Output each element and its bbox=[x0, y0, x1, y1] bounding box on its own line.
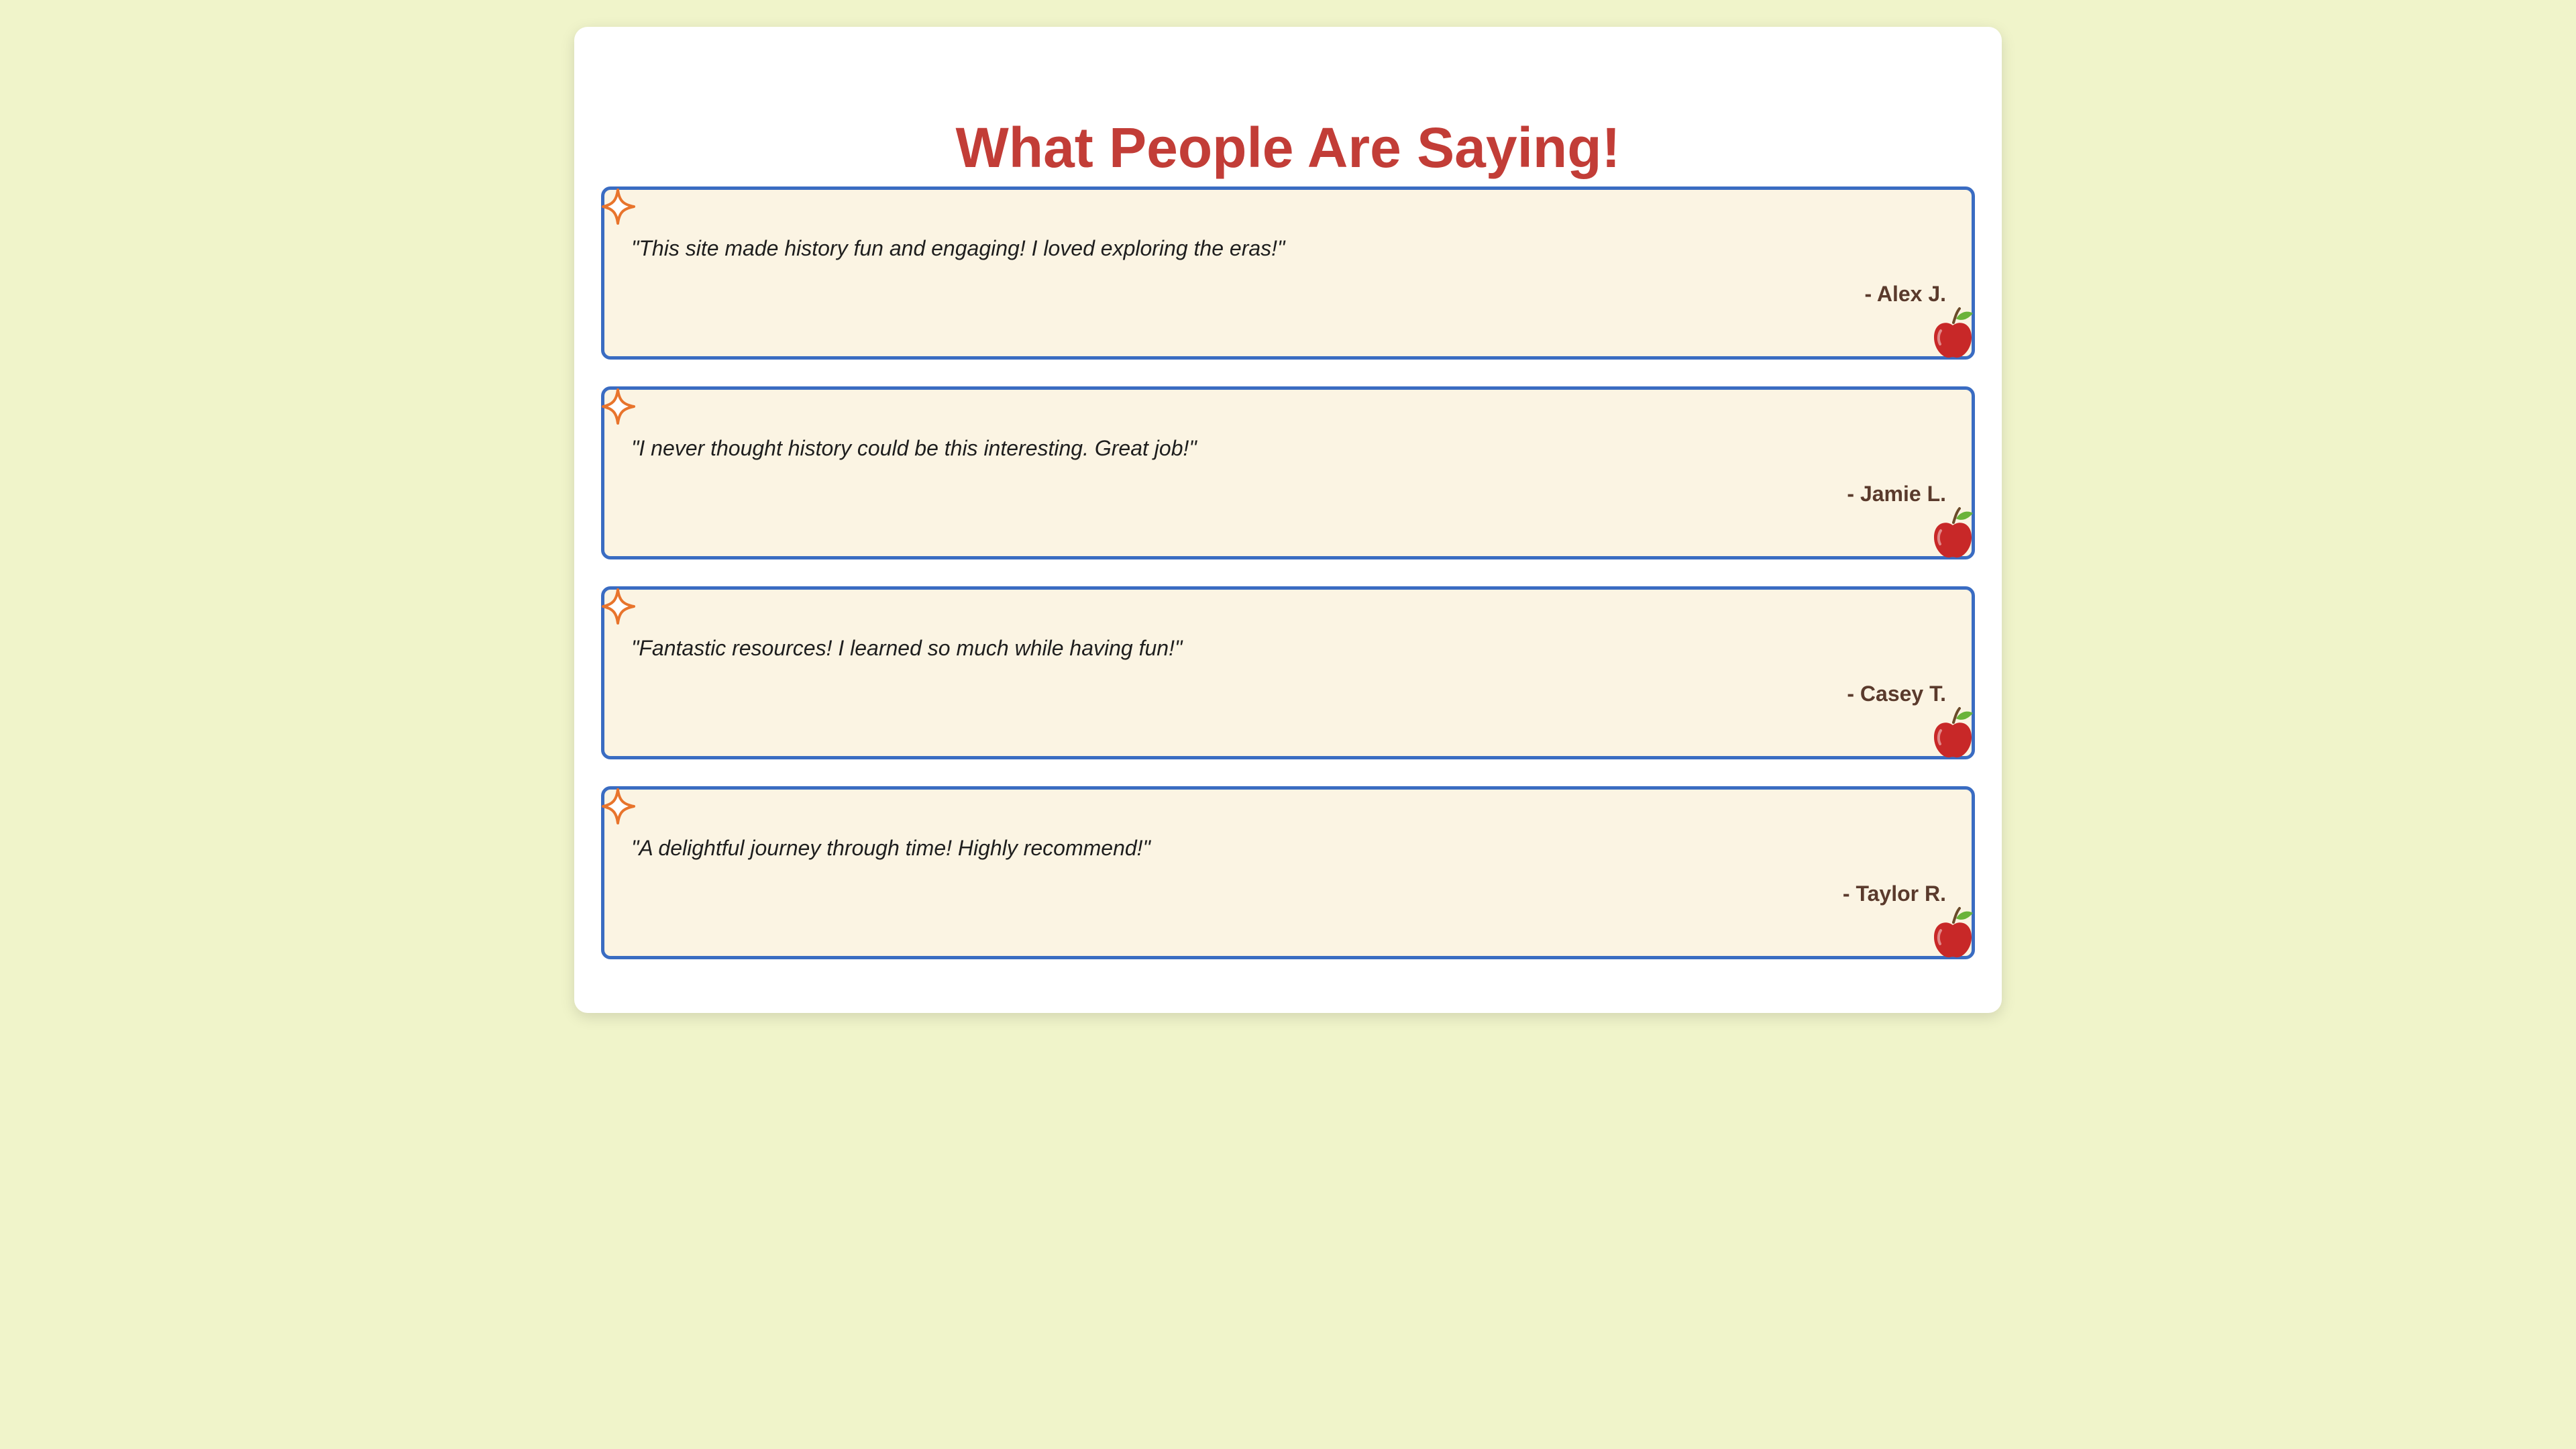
sparkle-icon bbox=[602, 189, 635, 225]
apple-icon bbox=[1934, 707, 1973, 758]
testimonial-author: - Taylor R. bbox=[1842, 881, 1946, 906]
testimonial-card: "This site made history fun and engaging… bbox=[601, 186, 1975, 360]
testimonial-card: "Fantastic resources! I learned so much … bbox=[601, 586, 1975, 759]
testimonial-quote: "A delightful journey through time! High… bbox=[631, 836, 1150, 860]
apple-icon bbox=[1934, 507, 1973, 558]
testimonial-author: - Jamie L. bbox=[1847, 482, 1946, 506]
testimonial-quote: "I never thought history could be this i… bbox=[631, 436, 1197, 460]
testimonial-card: "I never thought history could be this i… bbox=[601, 386, 1975, 559]
testimonial-quote: "Fantastic resources! I learned so much … bbox=[631, 636, 1183, 660]
testimonials-panel: What People Are Saying! "This site made … bbox=[574, 27, 2002, 1013]
sparkle-icon bbox=[602, 588, 635, 625]
testimonial-author: - Casey T. bbox=[1847, 682, 1946, 706]
page-title: What People Are Saying! bbox=[955, 116, 1621, 179]
testimonial-author: - Alex J. bbox=[1864, 282, 1946, 306]
apple-icon bbox=[1934, 907, 1973, 958]
apple-icon bbox=[1934, 307, 1973, 358]
sparkle-icon bbox=[602, 788, 635, 824]
testimonial-card: "A delightful journey through time! High… bbox=[601, 786, 1975, 959]
testimonial-quote: "This site made history fun and engaging… bbox=[631, 236, 1285, 260]
sparkle-icon bbox=[602, 388, 635, 425]
testimonial-list: "This site made history fun and engaging… bbox=[601, 186, 1975, 986]
